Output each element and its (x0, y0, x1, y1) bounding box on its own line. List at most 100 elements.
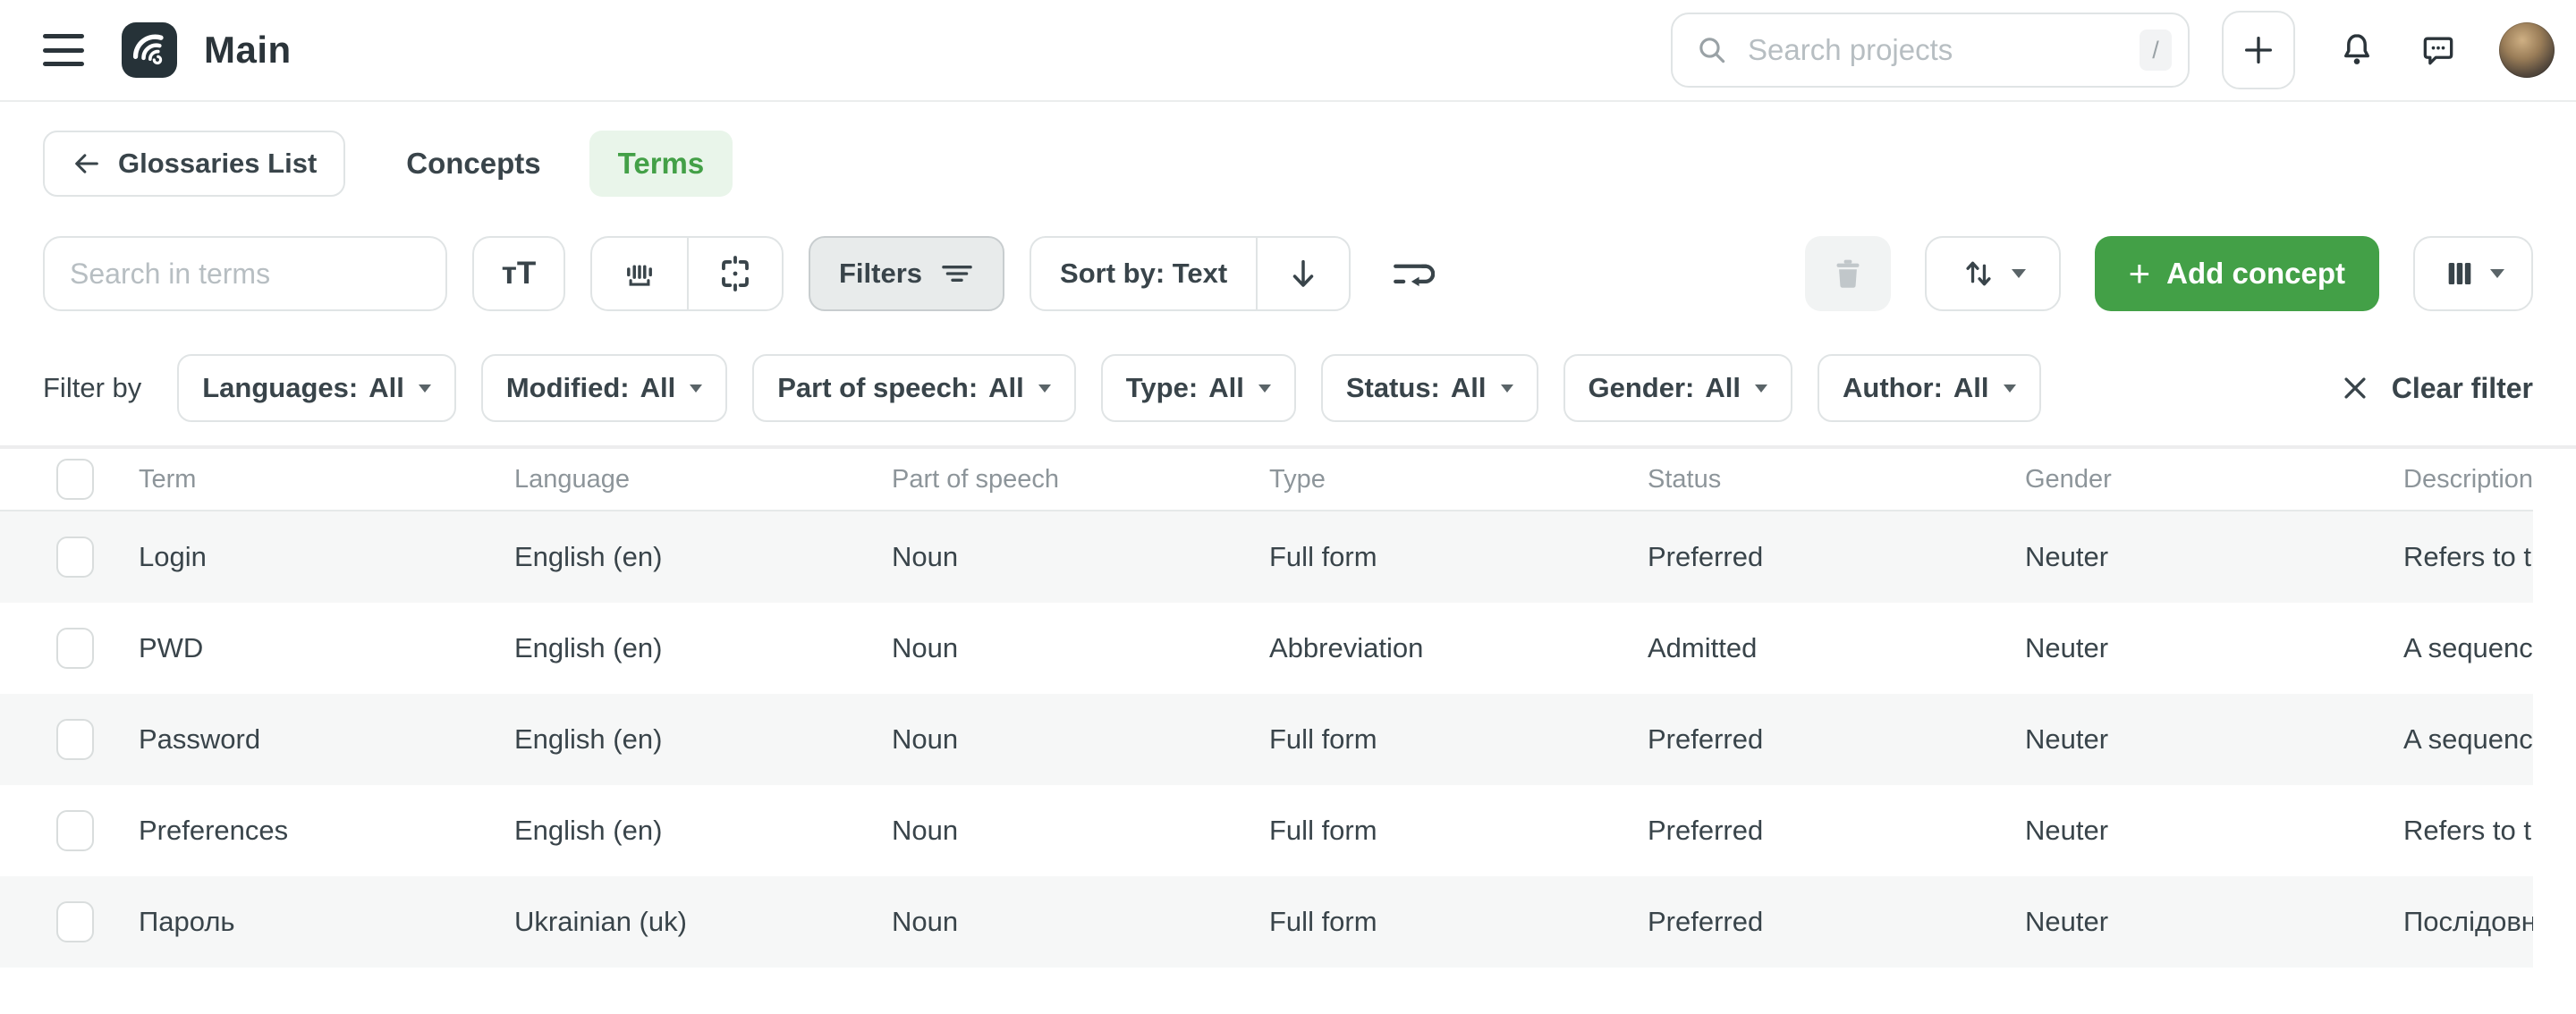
filter-value: All (1451, 372, 1487, 404)
gender-cell: Neuter (2025, 906, 2403, 938)
table-row[interactable]: Login English (en) Noun Full form Prefer… (0, 511, 2533, 603)
column-header-gender[interactable]: Gender (2025, 465, 2403, 494)
row-checkbox[interactable] (56, 901, 94, 942)
user-avatar[interactable] (2499, 22, 2555, 78)
search-projects-input[interactable] (1748, 33, 2140, 67)
whole-word-icon (620, 254, 659, 293)
chevron-down-icon (690, 384, 702, 393)
project-search[interactable]: / (1671, 13, 2190, 88)
crowdin-logo-icon (126, 27, 173, 73)
filter-bar: Filter by Languages: All Modified: All P… (43, 354, 2533, 422)
filter-icon (940, 260, 974, 287)
create-project-button[interactable] (2222, 11, 2295, 89)
language-cell: English (en) (514, 541, 892, 573)
column-header-term[interactable]: Term (139, 465, 514, 494)
table-row[interactable]: Preferences English (en) Noun Full form … (0, 785, 2533, 876)
term-cell: Password (139, 723, 514, 756)
notifications-button[interactable] (2336, 30, 2377, 71)
delete-button-disabled[interactable] (1805, 236, 1891, 311)
back-to-glossaries-button[interactable]: Glossaries List (43, 131, 345, 197)
import-export-dropdown-button[interactable] (1925, 236, 2061, 311)
column-header-description[interactable]: Description (co (2403, 465, 2533, 494)
status-cell: Preferred (1648, 906, 2025, 938)
filter-value: All (1208, 372, 1244, 404)
clear-filter-label: Clear filter (2392, 372, 2533, 405)
columns-dropdown-button[interactable] (2413, 236, 2533, 311)
bell-icon (2336, 30, 2377, 71)
description-cell: A sequence o (2403, 723, 2533, 756)
part-of-speech-cell: Noun (892, 541, 1269, 573)
search-options-group (590, 236, 784, 311)
close-icon (2340, 373, 2370, 403)
plus-icon (2241, 32, 2276, 68)
whole-word-button[interactable] (592, 238, 687, 309)
filter-part-of-speech[interactable]: Part of speech: All (752, 354, 1076, 422)
select-all-checkbox[interactable] (56, 459, 94, 500)
glossary-nav: Glossaries List Concepts Terms (43, 131, 2533, 197)
table-row[interactable]: Пароль Ukrainian (uk) Noun Full form Pre… (0, 876, 2533, 968)
tab-concepts[interactable]: Concepts (397, 147, 549, 181)
column-header-status[interactable]: Status (1648, 465, 2025, 494)
status-cell: Preferred (1648, 723, 2025, 756)
chat-icon (2419, 30, 2458, 70)
column-header-language[interactable]: Language (514, 465, 892, 494)
sort-by-button[interactable]: Sort by: Text (1031, 238, 1256, 309)
filter-modified[interactable]: Modified: All (481, 354, 727, 422)
arrow-down-icon (1285, 256, 1321, 292)
app-logo[interactable] (122, 22, 177, 78)
arrow-left-icon (72, 148, 102, 179)
filters-button[interactable]: Filters (809, 236, 1004, 311)
filter-type[interactable]: Type: All (1101, 354, 1296, 422)
row-checkbox[interactable] (56, 810, 94, 851)
description-cell: Refers to the (2403, 815, 2533, 847)
type-cell: Abbreviation (1269, 632, 1648, 664)
table-row[interactable]: PWD English (en) Noun Abbreviation Admit… (0, 603, 2533, 694)
clear-filter-button[interactable]: Clear filter (2340, 372, 2533, 405)
part-of-speech-cell: Noun (892, 632, 1269, 664)
term-cell: Login (139, 541, 514, 573)
language-cell: English (en) (514, 723, 892, 756)
search-terms-input[interactable] (43, 236, 447, 311)
row-checkbox[interactable] (56, 719, 94, 760)
messages-button[interactable] (2419, 30, 2458, 70)
filter-languages[interactable]: Languages: All (177, 354, 456, 422)
filter-name: Status: (1346, 372, 1440, 404)
exact-match-button[interactable] (687, 238, 782, 309)
match-case-button[interactable]: тT (472, 236, 565, 311)
filter-name: Part of speech: (777, 372, 978, 404)
gender-cell: Neuter (2025, 815, 2403, 847)
hamburger-menu-icon[interactable] (43, 34, 84, 66)
filter-gender[interactable]: Gender: All (1563, 354, 1792, 422)
table-row[interactable]: Password English (en) Noun Full form Pre… (0, 694, 2533, 785)
type-cell: Full form (1269, 541, 1648, 573)
filter-value: All (1705, 372, 1741, 404)
filter-value: All (369, 372, 404, 404)
chevron-down-icon (2012, 269, 2026, 278)
terms-table: Term Language Part of speech Type Status… (0, 445, 2576, 968)
back-button-label: Glossaries List (118, 148, 317, 180)
filter-name: Type: (1126, 372, 1198, 404)
table-header-row: Term Language Part of speech Type Status… (0, 449, 2533, 511)
add-concept-button[interactable]: + Add concept (2095, 236, 2379, 311)
filters-button-label: Filters (839, 258, 922, 290)
wrap-text-button[interactable] (1388, 256, 1435, 292)
filter-status[interactable]: Status: All (1321, 354, 1538, 422)
column-header-part-of-speech[interactable]: Part of speech (892, 465, 1269, 494)
status-cell: Preferred (1648, 541, 2025, 573)
column-header-type[interactable]: Type (1269, 465, 1648, 494)
gender-cell: Neuter (2025, 541, 2403, 573)
filter-author[interactable]: Author: All (1818, 354, 2041, 422)
tab-terms[interactable]: Terms (589, 131, 733, 197)
trash-icon (1828, 254, 1868, 293)
sort-by-control: Sort by: Text (1030, 236, 1351, 311)
term-cell: Пароль (139, 906, 514, 938)
chevron-down-icon (419, 384, 431, 393)
row-checkbox[interactable] (56, 537, 94, 578)
terms-toolbar: тT Filters (43, 236, 2533, 311)
exact-match-icon (715, 253, 756, 294)
match-case-icon: тT (502, 256, 537, 292)
chevron-down-icon (1755, 384, 1767, 393)
row-checkbox[interactable] (56, 628, 94, 669)
status-cell: Preferred (1648, 815, 2025, 847)
sort-direction-button[interactable] (1256, 238, 1349, 309)
